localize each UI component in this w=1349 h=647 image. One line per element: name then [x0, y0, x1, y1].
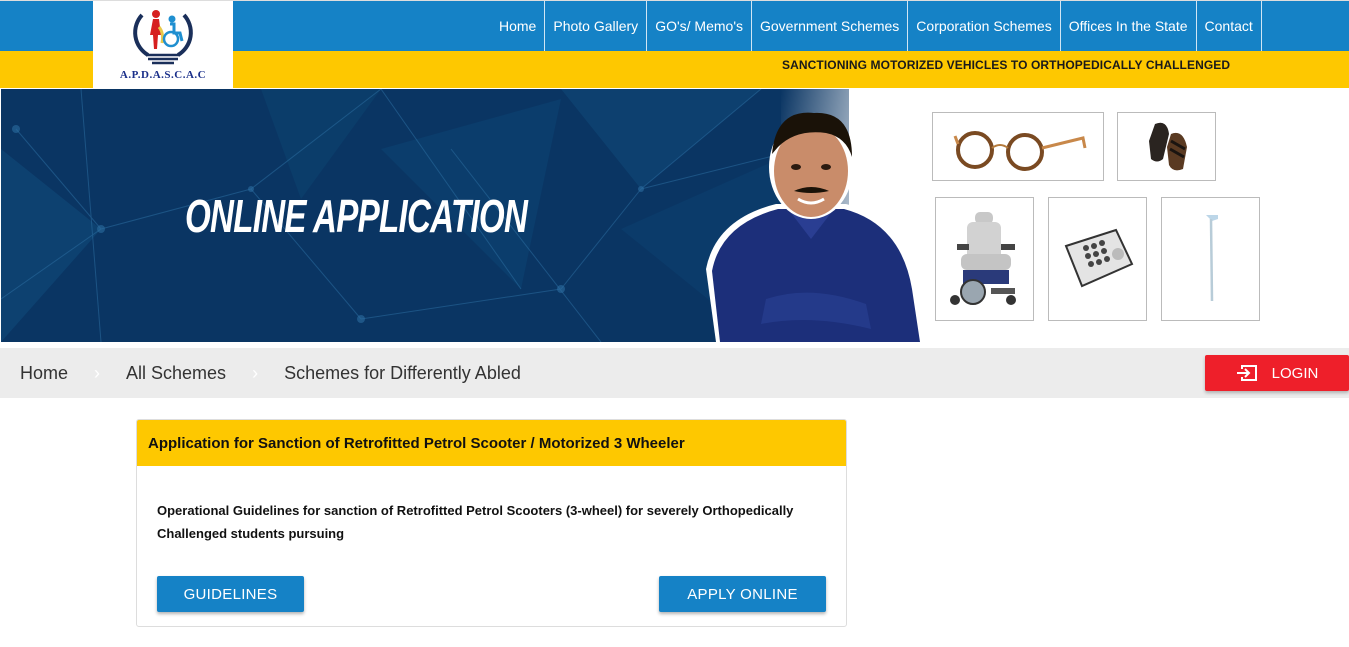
breadcrumb: Home › All Schemes › Schemes for Differe… [20, 348, 521, 398]
breadcrumb-home[interactable]: Home [20, 363, 68, 384]
login-button[interactable]: LOGIN [1205, 355, 1349, 391]
product-spectacles [932, 112, 1104, 181]
banner-title: ONLINE APPLICATION [185, 190, 528, 242]
site-logo[interactable]: A.P.D.A.S.C.A.C [93, 1, 233, 88]
site-header: A.P.D.A.S.C.A.C Home Photo Gallery GO's/… [0, 1, 1349, 88]
guidelines-button[interactable]: GUIDELINES [157, 576, 304, 612]
scheme-card-title: Application for Sanction of Retrofitted … [137, 420, 846, 466]
hero-banner: ONLINE APPLICATION [1, 89, 1349, 342]
nav-home[interactable]: Home [491, 1, 546, 51]
logo-text: A.P.D.A.S.C.A.C [119, 69, 207, 81]
spectacles-icon [953, 130, 1087, 171]
apply-online-button[interactable]: APPLY ONLINE [659, 576, 826, 612]
walking-cane-icon [1205, 215, 1218, 302]
nav-government-schemes[interactable]: Government Schemes [752, 1, 909, 51]
login-label: LOGIN [1271, 364, 1319, 382]
breadcrumb-bar: Home › All Schemes › Schemes for Differe… [0, 348, 1349, 398]
nav-contact[interactable]: Contact [1197, 1, 1262, 51]
scheme-card-description: Operational Guidelines for sanction of R… [157, 503, 794, 541]
breadcrumb-differently-abled[interactable]: Schemes for Differently Abled [284, 363, 521, 384]
product-walking-cane [1161, 197, 1260, 321]
product-footwear [1117, 112, 1216, 181]
main-nav: Home Photo Gallery GO's/ Memo's Governme… [491, 1, 1262, 51]
wheelchair-icon [949, 212, 1016, 305]
login-icon [1236, 365, 1257, 381]
marquee-text: SANCTIONING MOTORIZED VEHICLES TO ORTHOP… [782, 58, 1231, 72]
chevron-right-icon: › [94, 362, 101, 383]
apdascac-logo-icon [133, 10, 193, 65]
product-wheelchair [935, 197, 1034, 321]
braille-player-icon [1064, 228, 1133, 288]
nav-photo-gallery[interactable]: Photo Gallery [545, 1, 648, 51]
chevron-right-icon: › [252, 362, 259, 383]
nav-gos-memos[interactable]: GO's/ Memo's [647, 1, 752, 51]
nav-corporation-schemes[interactable]: Corporation Schemes [908, 1, 1061, 51]
scheme-card: Application for Sanction of Retrofitted … [136, 419, 847, 627]
breadcrumb-all-schemes[interactable]: All Schemes [126, 363, 226, 384]
footwear-icon [1148, 122, 1187, 171]
nav-offices-in-state[interactable]: Offices In the State [1061, 1, 1197, 51]
product-braille-player [1048, 197, 1147, 321]
person-portrait-icon [706, 112, 926, 342]
